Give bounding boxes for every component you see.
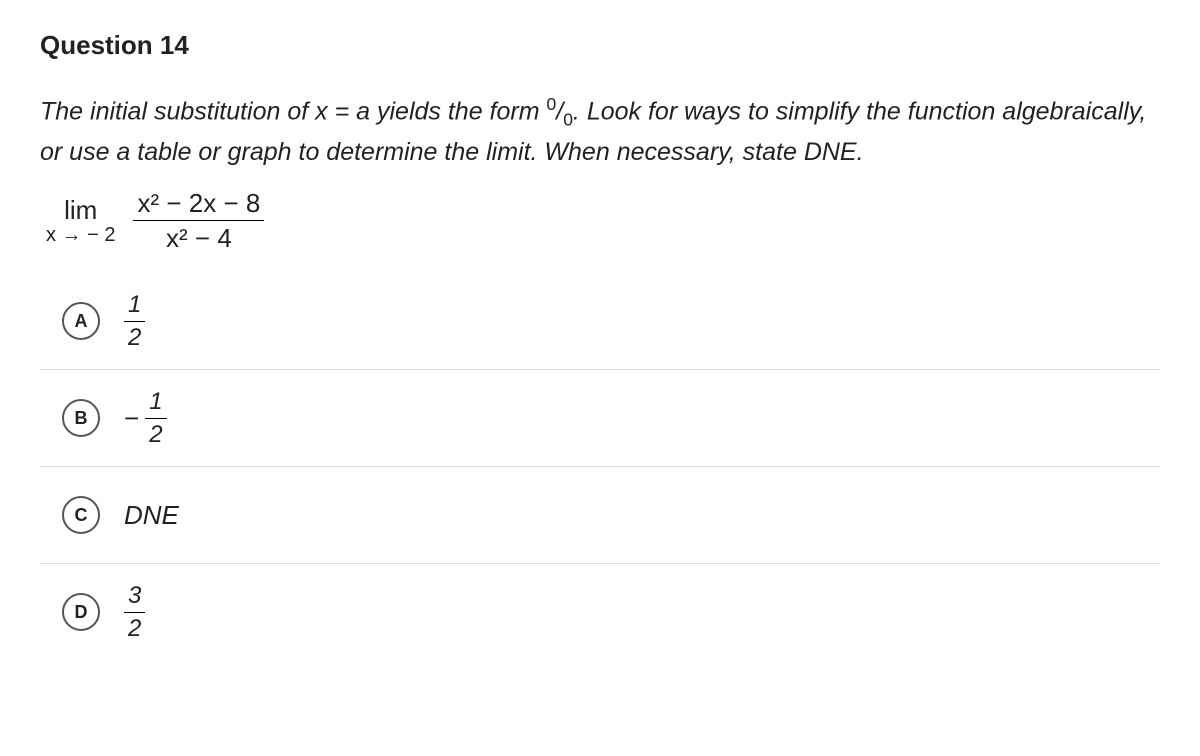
option-b-den: 2 bbox=[145, 423, 166, 447]
options-list: A 1 2 B − 1 2 C D bbox=[40, 273, 1160, 660]
option-bubble-b[interactable]: B bbox=[62, 399, 100, 437]
limit-denominator: x² − 4 bbox=[162, 225, 236, 251]
fraction-bar bbox=[145, 418, 166, 419]
option-bubble-c[interactable]: C bbox=[62, 496, 100, 534]
question-prompt: The initial substitution of x = a yields… bbox=[40, 91, 1160, 172]
fraction-bar bbox=[133, 220, 264, 221]
form-numerator: 0 bbox=[547, 94, 557, 114]
option-b-sign: − bbox=[124, 403, 139, 434]
option-b[interactable]: B − 1 2 bbox=[40, 369, 1160, 466]
option-bubble-a[interactable]: A bbox=[62, 302, 100, 340]
option-a[interactable]: A 1 2 bbox=[40, 273, 1160, 369]
prompt-line-1a: The initial substitution of x = a yields… bbox=[40, 97, 547, 125]
option-a-num: 1 bbox=[124, 293, 145, 317]
option-a-den: 2 bbox=[124, 326, 145, 350]
option-d[interactable]: D 3 2 bbox=[40, 563, 1160, 660]
question-container: Question 14 The initial substitution of … bbox=[0, 0, 1200, 690]
option-bubble-d[interactable]: D bbox=[62, 593, 100, 631]
option-body-c: DNE bbox=[124, 500, 179, 531]
limit-fraction: x² − 2x − 8 x² − 4 bbox=[133, 190, 264, 251]
option-body-d: 3 2 bbox=[124, 584, 145, 641]
prompt-line-1b: . Look for ways to simplify the bbox=[573, 97, 901, 125]
lim-word: lim bbox=[64, 197, 97, 223]
fraction-bar bbox=[124, 612, 145, 613]
option-c[interactable]: C DNE bbox=[40, 466, 1160, 563]
limit-numerator: x² − 2x − 8 bbox=[133, 190, 264, 216]
option-body-a: 1 2 bbox=[124, 293, 145, 350]
option-d-den: 2 bbox=[124, 617, 145, 641]
option-a-fraction: 1 2 bbox=[124, 293, 145, 350]
question-title: Question 14 bbox=[40, 30, 1160, 61]
form-denominator: 0 bbox=[563, 109, 573, 129]
fraction-bar bbox=[124, 321, 145, 322]
option-body-b: − 1 2 bbox=[124, 390, 167, 447]
limit-expression: lim x → − 2 x² − 2x − 8 x² − 4 bbox=[46, 190, 264, 251]
option-d-fraction: 3 2 bbox=[124, 584, 145, 641]
lim-approach: x → − 2 bbox=[46, 225, 115, 245]
option-b-num: 1 bbox=[145, 390, 166, 414]
prompt-line-3: necessary, state DNE. bbox=[617, 138, 864, 166]
limit-operator: lim x → − 2 bbox=[46, 197, 115, 245]
option-c-text: DNE bbox=[124, 500, 179, 531]
option-d-num: 3 bbox=[124, 584, 145, 608]
option-b-fraction: 1 2 bbox=[145, 390, 166, 447]
